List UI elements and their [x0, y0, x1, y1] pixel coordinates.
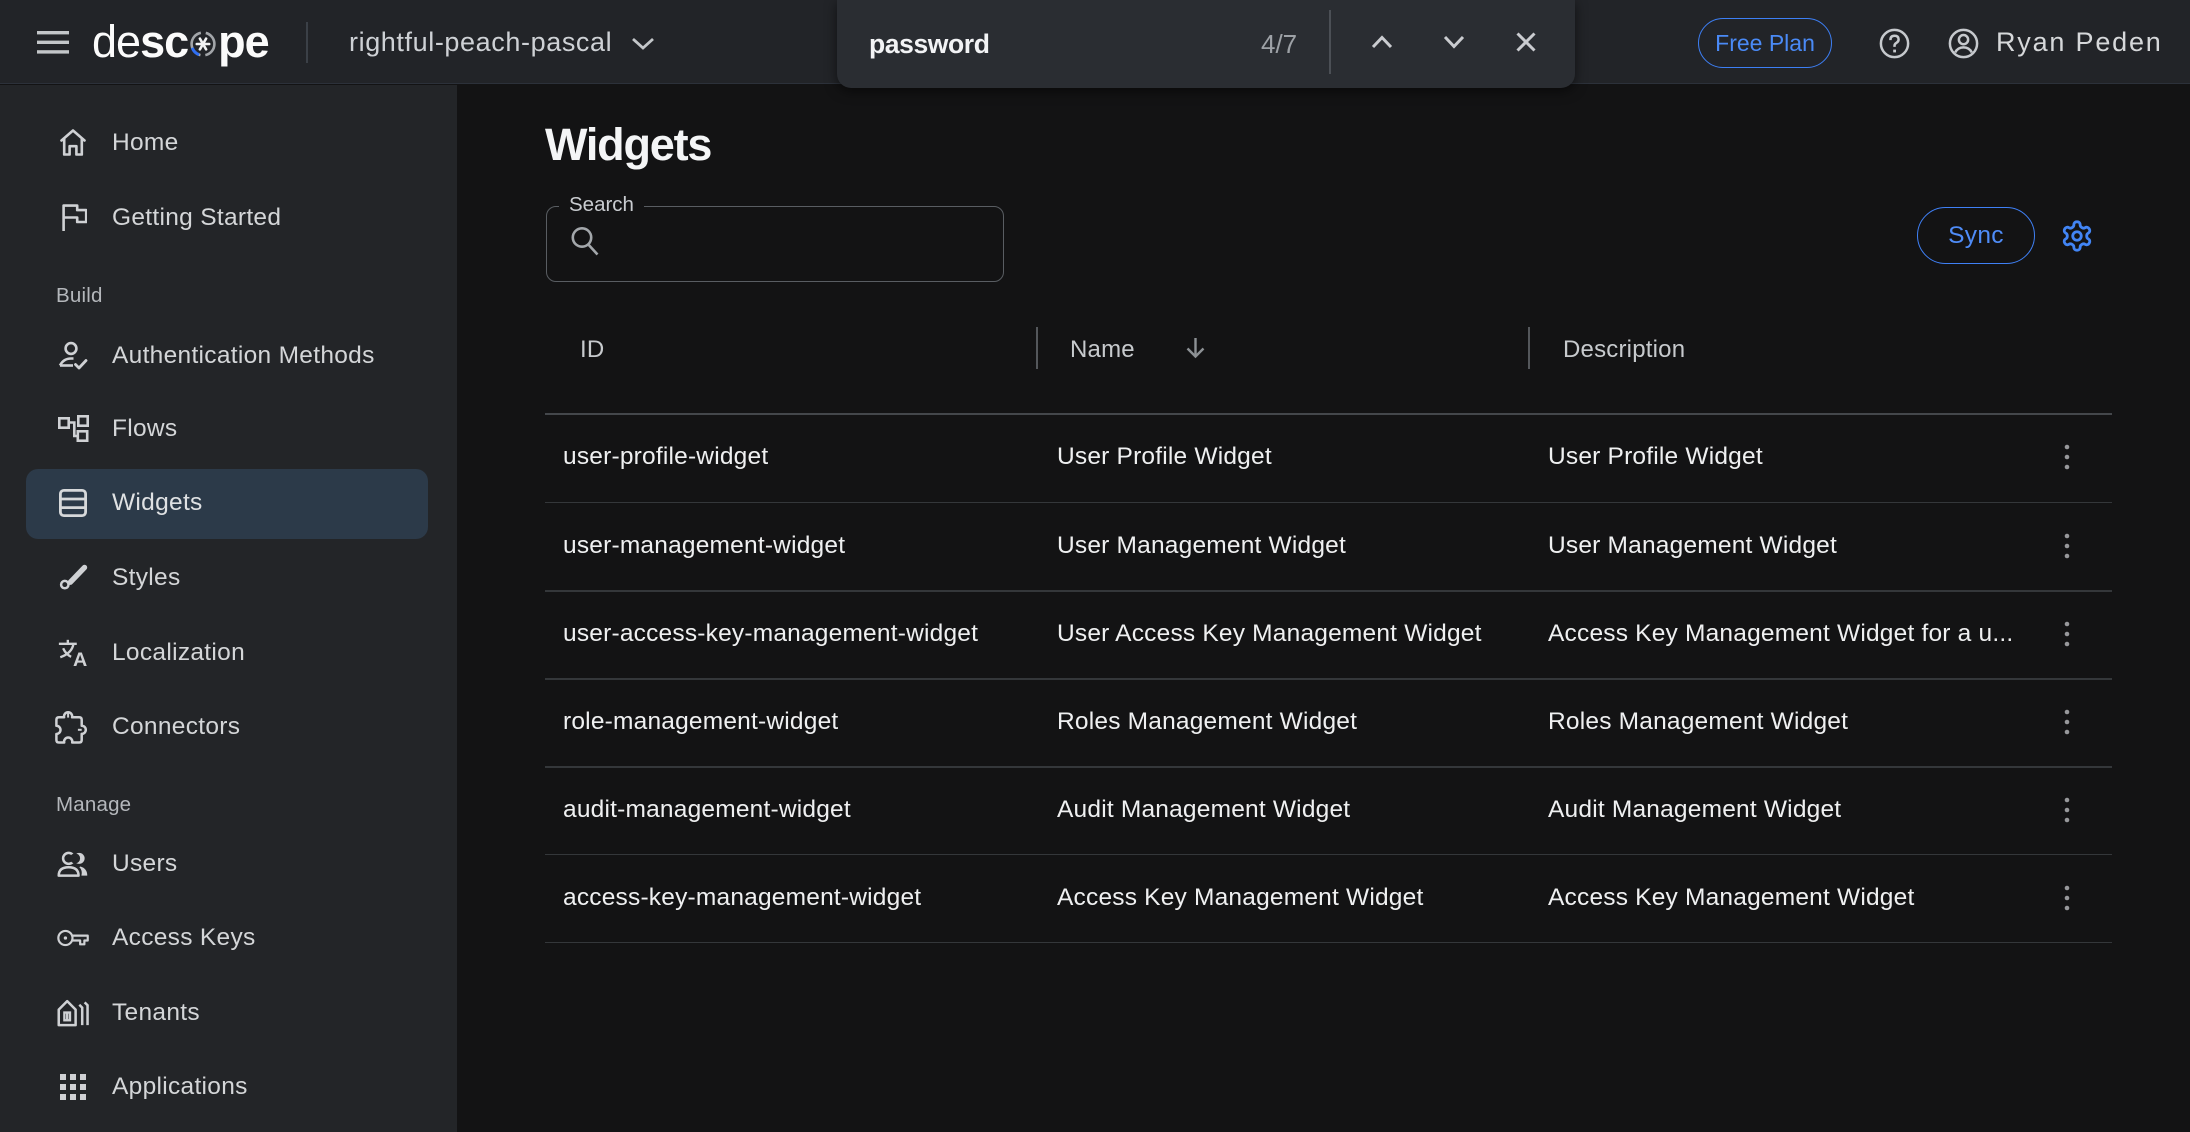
svg-text:A: A [73, 649, 87, 669]
